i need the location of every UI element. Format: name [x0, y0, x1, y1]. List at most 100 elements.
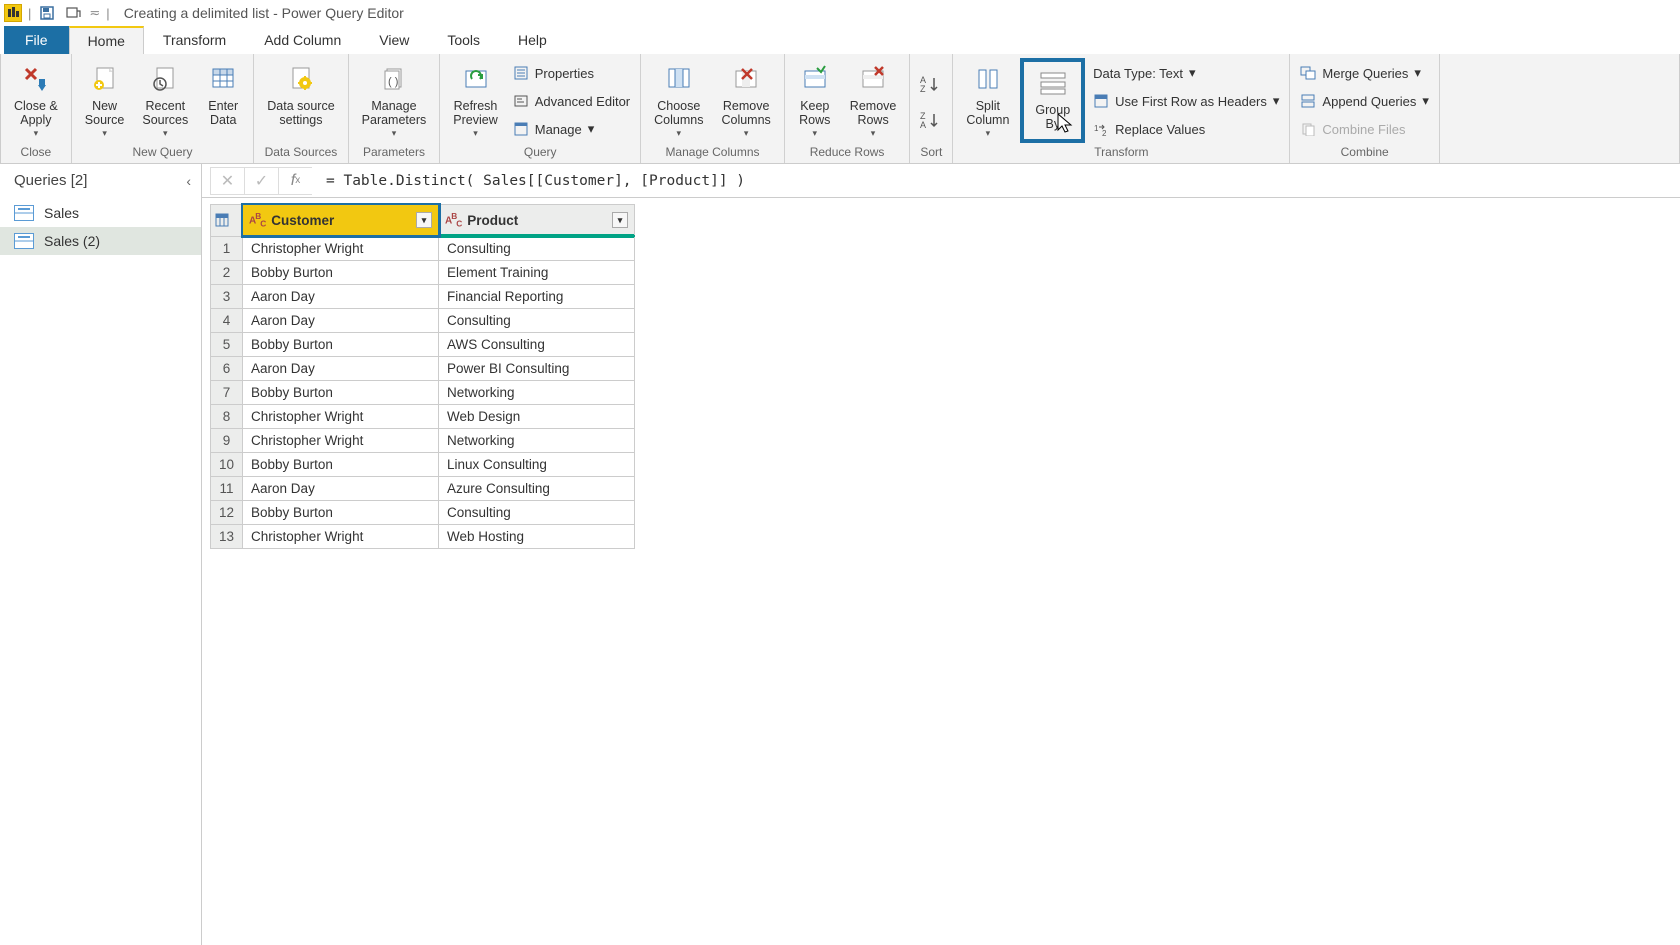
- append-icon: [1300, 93, 1316, 109]
- properties-button[interactable]: Properties: [509, 60, 634, 86]
- cell-customer[interactable]: Bobby Burton: [243, 453, 439, 477]
- manage-button[interactable]: Manage ▾: [509, 116, 634, 142]
- tab-transform[interactable]: Transform: [144, 26, 245, 54]
- refresh-preview-button[interactable]: Refresh Preview▾: [446, 58, 504, 143]
- tab-add-column[interactable]: Add Column: [245, 26, 360, 54]
- row-number[interactable]: 13: [211, 525, 243, 549]
- cell-product[interactable]: Consulting: [439, 501, 635, 525]
- cell-product[interactable]: Web Design: [439, 405, 635, 429]
- append-queries-button[interactable]: Append Queries ▾: [1296, 88, 1432, 114]
- cell-product[interactable]: AWS Consulting: [439, 333, 635, 357]
- first-row-headers-button[interactable]: Use First Row as Headers ▾: [1089, 88, 1283, 114]
- advanced-editor-button[interactable]: Advanced Editor: [509, 88, 634, 114]
- keep-rows-button[interactable]: Keep Rows▾: [791, 58, 839, 143]
- cell-customer[interactable]: Aaron Day: [243, 357, 439, 381]
- row-number[interactable]: 5: [211, 333, 243, 357]
- replace-values-button[interactable]: 12Replace Values: [1089, 116, 1283, 142]
- tab-tools[interactable]: Tools: [428, 26, 499, 54]
- cell-product[interactable]: Networking: [439, 381, 635, 405]
- manage-parameters-button[interactable]: ( ) Manage Parameters▾: [355, 58, 434, 143]
- formula-fx-button[interactable]: fx: [278, 167, 312, 195]
- choose-columns-button[interactable]: Choose Columns▾: [647, 58, 710, 143]
- remove-rows-button[interactable]: Remove Rows▾: [843, 58, 904, 143]
- remove-columns-button[interactable]: Remove Columns▾: [714, 58, 777, 143]
- tab-help[interactable]: Help: [499, 26, 566, 54]
- merge-queries-button[interactable]: Merge Queries ▾: [1296, 60, 1432, 86]
- tab-file[interactable]: File: [4, 26, 69, 54]
- row-number[interactable]: 1: [211, 236, 243, 261]
- table-row[interactable]: 4Aaron DayConsulting: [211, 309, 635, 333]
- cell-customer[interactable]: Bobby Burton: [243, 381, 439, 405]
- cell-customer[interactable]: Aaron Day: [243, 309, 439, 333]
- cell-customer[interactable]: Aaron Day: [243, 477, 439, 501]
- group-query: Refresh Preview▾ Properties Advanced Edi…: [440, 54, 641, 163]
- filter-dropdown[interactable]: ▾: [612, 212, 628, 228]
- data-source-settings-button[interactable]: Data source settings: [260, 58, 341, 143]
- query-item-sales[interactable]: Sales: [0, 199, 201, 227]
- row-number[interactable]: 2: [211, 261, 243, 285]
- enter-data-button[interactable]: Enter Data: [199, 58, 247, 143]
- table-row[interactable]: 5Bobby BurtonAWS Consulting: [211, 333, 635, 357]
- row-number[interactable]: 4: [211, 309, 243, 333]
- recent-sources-button[interactable]: Recent Sources▾: [135, 58, 195, 143]
- cell-product[interactable]: Web Hosting: [439, 525, 635, 549]
- combine-files-button[interactable]: Combine Files: [1296, 116, 1432, 142]
- row-number[interactable]: 10: [211, 453, 243, 477]
- filter-dropdown[interactable]: ▾: [416, 212, 432, 228]
- data-type-button[interactable]: Data Type: Text ▾: [1089, 60, 1283, 86]
- row-number[interactable]: 3: [211, 285, 243, 309]
- table-row[interactable]: 7Bobby BurtonNetworking: [211, 381, 635, 405]
- table-row[interactable]: 8Christopher WrightWeb Design: [211, 405, 635, 429]
- row-number[interactable]: 8: [211, 405, 243, 429]
- table-row[interactable]: 9Christopher WrightNetworking: [211, 429, 635, 453]
- cell-customer[interactable]: Christopher Wright: [243, 429, 439, 453]
- cell-customer[interactable]: Bobby Burton: [243, 261, 439, 285]
- table-row[interactable]: 6Aaron DayPower BI Consulting: [211, 357, 635, 381]
- cell-customer[interactable]: Christopher Wright: [243, 405, 439, 429]
- tab-home[interactable]: Home: [69, 26, 144, 54]
- formula-cancel-button[interactable]: ✕: [210, 167, 244, 195]
- table-row[interactable]: 1Christopher WrightConsulting: [211, 236, 635, 261]
- table-row[interactable]: 12Bobby BurtonConsulting: [211, 501, 635, 525]
- collapse-icon[interactable]: ‹: [186, 173, 191, 189]
- cell-product[interactable]: Power BI Consulting: [439, 357, 635, 381]
- cell-customer[interactable]: Christopher Wright: [243, 525, 439, 549]
- tab-view[interactable]: View: [360, 26, 428, 54]
- cell-product[interactable]: Azure Consulting: [439, 477, 635, 501]
- undo-button[interactable]: [63, 3, 83, 23]
- cell-product[interactable]: Financial Reporting: [439, 285, 635, 309]
- split-column-button[interactable]: Split Column▾: [959, 58, 1016, 143]
- new-source-button[interactable]: New Source▾: [78, 58, 132, 143]
- row-number[interactable]: 11: [211, 477, 243, 501]
- grid-corner[interactable]: [211, 205, 243, 237]
- row-number[interactable]: 12: [211, 501, 243, 525]
- table-row[interactable]: 3Aaron DayFinancial Reporting: [211, 285, 635, 309]
- column-header-product[interactable]: ABC Product ▾: [439, 205, 635, 237]
- cell-customer[interactable]: Aaron Day: [243, 285, 439, 309]
- cell-product[interactable]: Consulting: [439, 236, 635, 261]
- cell-customer[interactable]: Bobby Burton: [243, 501, 439, 525]
- cell-product[interactable]: Networking: [439, 429, 635, 453]
- table-row[interactable]: 2Bobby BurtonElement Training: [211, 261, 635, 285]
- formula-commit-button[interactable]: ✓: [244, 167, 278, 195]
- sort-asc-button[interactable]: AZ: [916, 67, 946, 101]
- table-row[interactable]: 10Bobby BurtonLinux Consulting: [211, 453, 635, 477]
- table-row[interactable]: 13Christopher WrightWeb Hosting: [211, 525, 635, 549]
- row-number[interactable]: 7: [211, 381, 243, 405]
- formula-input[interactable]: = Table.Distinct( Sales[[Customer], [Pro…: [312, 173, 1672, 189]
- sort-desc-button[interactable]: ZA: [916, 103, 946, 137]
- query-item-sales-2[interactable]: Sales (2): [0, 227, 201, 255]
- cell-product[interactable]: Element Training: [439, 261, 635, 285]
- table-row[interactable]: 11Aaron DayAzure Consulting: [211, 477, 635, 501]
- group-by-button[interactable]: Group By: [1028, 62, 1077, 139]
- save-button[interactable]: [37, 3, 57, 23]
- cell-customer[interactable]: Bobby Burton: [243, 333, 439, 357]
- cell-product[interactable]: Consulting: [439, 309, 635, 333]
- row-number[interactable]: 6: [211, 357, 243, 381]
- cell-product[interactable]: Linux Consulting: [439, 453, 635, 477]
- formula-bar: ✕ ✓ fx = Table.Distinct( Sales[[Customer…: [202, 164, 1680, 198]
- cell-customer[interactable]: Christopher Wright: [243, 236, 439, 261]
- close-apply-button[interactable]: Close & Apply▾: [7, 58, 65, 143]
- column-header-customer[interactable]: ABC Customer ▾: [243, 205, 439, 237]
- row-number[interactable]: 9: [211, 429, 243, 453]
